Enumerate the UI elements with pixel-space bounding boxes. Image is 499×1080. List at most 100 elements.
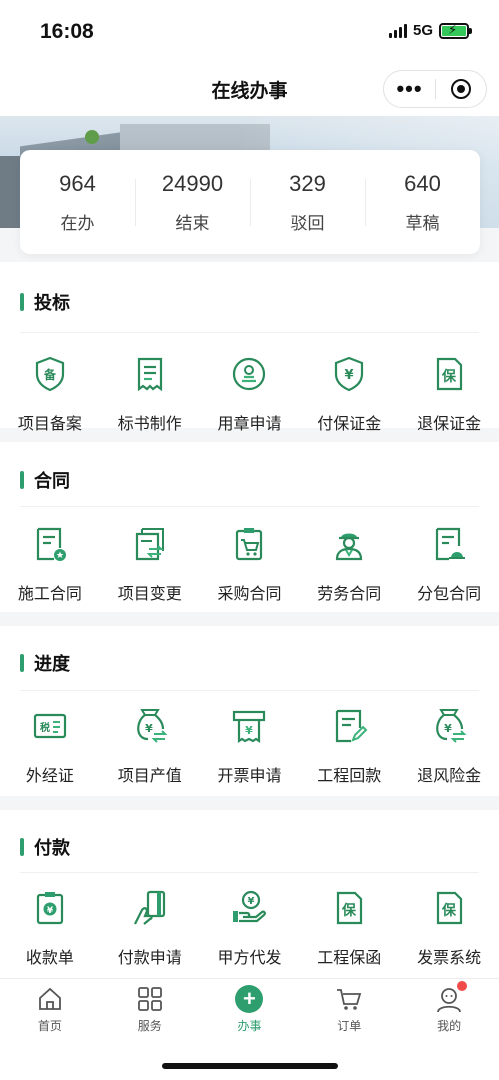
item-label: 发票系统 <box>417 950 482 967</box>
item-label: 付款申请 <box>117 950 182 967</box>
worker-icon <box>329 524 369 564</box>
shield-yuan-icon <box>329 354 369 394</box>
item-payment-request[interactable]: 付款申请 <box>100 888 200 968</box>
status-indicators: 5G ⚡ <box>388 22 472 39</box>
item-refund-risk-fund[interactable]: 退风险金 <box>399 706 499 786</box>
home-indicator <box>162 1063 338 1069</box>
tab-home[interactable]: 首页 <box>0 979 100 1041</box>
section-bidding: 投标 项目备案 标书制作 用章申请 付保证金 退保证金 <box>0 262 499 433</box>
stat-label: 草稿 <box>405 213 440 233</box>
mini-program-capsule: ••• <box>383 70 487 108</box>
tab-bar: 首页 服务 + 办事 订单 我的 <box>0 978 499 1080</box>
doc-pen-icon <box>329 706 369 746</box>
item-construction-contract[interactable]: 施工合同 <box>0 524 100 604</box>
doc-bao-icon <box>429 354 469 394</box>
more-icon[interactable]: ••• <box>384 78 435 100</box>
money-bag-icon <box>130 706 170 746</box>
plus-icon: + <box>235 985 264 1013</box>
tab-label: 订单 <box>337 1019 362 1033</box>
item-label: 退风险金 <box>417 768 482 785</box>
item-label: 标书制作 <box>117 416 182 433</box>
stat-value: 640 <box>404 170 441 196</box>
item-label: 项目备案 <box>17 416 82 433</box>
item-subcontract[interactable]: 分包合同 <box>399 524 499 604</box>
doc-bao-icon <box>329 888 369 928</box>
stat-label: 驳回 <box>290 213 325 233</box>
receipt-clipboard-icon <box>30 888 70 928</box>
stats-card: 964 在办 24990 结束 329 驳回 640 草稿 <box>20 150 480 254</box>
swap-doc-icon <box>130 524 170 564</box>
home-icon <box>36 985 64 1013</box>
stat-rejected[interactable]: 329 驳回 <box>250 171 365 234</box>
section-title: 合同 <box>34 471 70 491</box>
item-project-change[interactable]: 项目变更 <box>100 524 200 604</box>
section-title: 投标 <box>34 293 70 313</box>
grid-icon <box>136 985 164 1013</box>
item-label: 劳务合同 <box>317 586 382 603</box>
stat-draft[interactable]: 640 草稿 <box>365 171 480 234</box>
section-title: 进度 <box>34 654 70 674</box>
nav-bar: 在线办事 ••• <box>0 62 499 116</box>
status-time: 16:08 <box>40 20 94 43</box>
stat-value: 329 <box>289 170 326 196</box>
section-contract: 合同 施工合同 项目变更 采购合同 劳务合同 分包合同 <box>0 442 499 612</box>
item-invoice-request[interactable]: 开票申请 <box>200 706 300 786</box>
tab-label: 服务 <box>137 1019 162 1033</box>
close-target-icon[interactable] <box>436 79 486 99</box>
tab-label: 我的 <box>437 1019 462 1033</box>
item-label: 采购合同 <box>217 586 282 603</box>
item-label: 开票申请 <box>217 768 282 785</box>
item-label: 付保证金 <box>317 416 382 433</box>
stat-finished[interactable]: 24990 结束 <box>135 171 250 234</box>
status-bar: 16:08 5G ⚡ <box>0 0 499 62</box>
item-project-payback[interactable]: 工程回款 <box>299 706 399 786</box>
item-project-output[interactable]: 项目产值 <box>100 706 200 786</box>
item-label: 用章申请 <box>217 416 282 433</box>
stat-value: 24990 <box>161 170 224 196</box>
seal-icon <box>229 354 269 394</box>
item-invoice-system[interactable]: 发票系统 <box>399 888 499 968</box>
network-type: 5G <box>412 22 433 39</box>
battery-icon: ⚡ <box>439 22 472 39</box>
item-label: 施工合同 <box>17 586 82 603</box>
item-receipt[interactable]: 收款单 <box>0 888 100 968</box>
item-tender-docs[interactable]: 标书制作 <box>100 354 200 434</box>
stat-value: 964 <box>59 170 96 196</box>
invoice-print-icon <box>229 706 269 746</box>
shield-bei-icon <box>30 354 70 394</box>
item-refund-deposit[interactable]: 退保证金 <box>399 354 499 434</box>
item-outbound-cert[interactable]: 外经证 <box>0 706 100 786</box>
stat-label: 结束 <box>175 213 210 233</box>
item-label: 项目产值 <box>117 768 182 785</box>
item-label: 项目变更 <box>117 586 182 603</box>
item-seal-request[interactable]: 用章申请 <box>200 354 300 434</box>
card-hand-icon <box>130 888 170 928</box>
section-progress: 进度 外经证 项目产值 开票申请 工程回款 退风险金 <box>0 626 499 796</box>
notification-badge <box>456 981 467 991</box>
item-label: 退保证金 <box>417 416 482 433</box>
section-title: 付款 <box>34 838 70 858</box>
section-payment: 付款 收款单 付款申请 甲方代发 工程保函 发票系统 <box>0 810 499 978</box>
cart-icon <box>335 985 363 1013</box>
item-project-guarantee[interactable]: 工程保函 <box>299 888 399 968</box>
item-label: 外经证 <box>25 768 74 785</box>
stat-in-progress[interactable]: 964 在办 <box>20 171 135 234</box>
tab-services[interactable]: 服务 <box>100 979 200 1041</box>
item-label: 工程回款 <box>317 768 382 785</box>
item-project-filing[interactable]: 项目备案 <box>0 354 100 434</box>
item-pay-deposit[interactable]: 付保证金 <box>299 354 399 434</box>
tab-orders[interactable]: 订单 <box>299 979 399 1041</box>
signal-icon <box>388 23 407 38</box>
tab-tasks[interactable]: + 办事 <box>200 979 300 1041</box>
helmet-doc-icon <box>429 524 469 564</box>
doc-bao-icon <box>429 888 469 928</box>
item-owner-payroll[interactable]: 甲方代发 <box>200 888 300 968</box>
item-label: 工程保函 <box>317 950 382 967</box>
tax-card-icon <box>30 706 70 746</box>
item-label: 甲方代发 <box>217 950 282 967</box>
tab-label: 办事 <box>237 1019 262 1033</box>
item-labor-contract[interactable]: 劳务合同 <box>299 524 399 604</box>
contract-star-icon <box>30 524 70 564</box>
tab-mine[interactable]: 我的 <box>399 979 499 1041</box>
item-purchase-contract[interactable]: 采购合同 <box>200 524 300 604</box>
